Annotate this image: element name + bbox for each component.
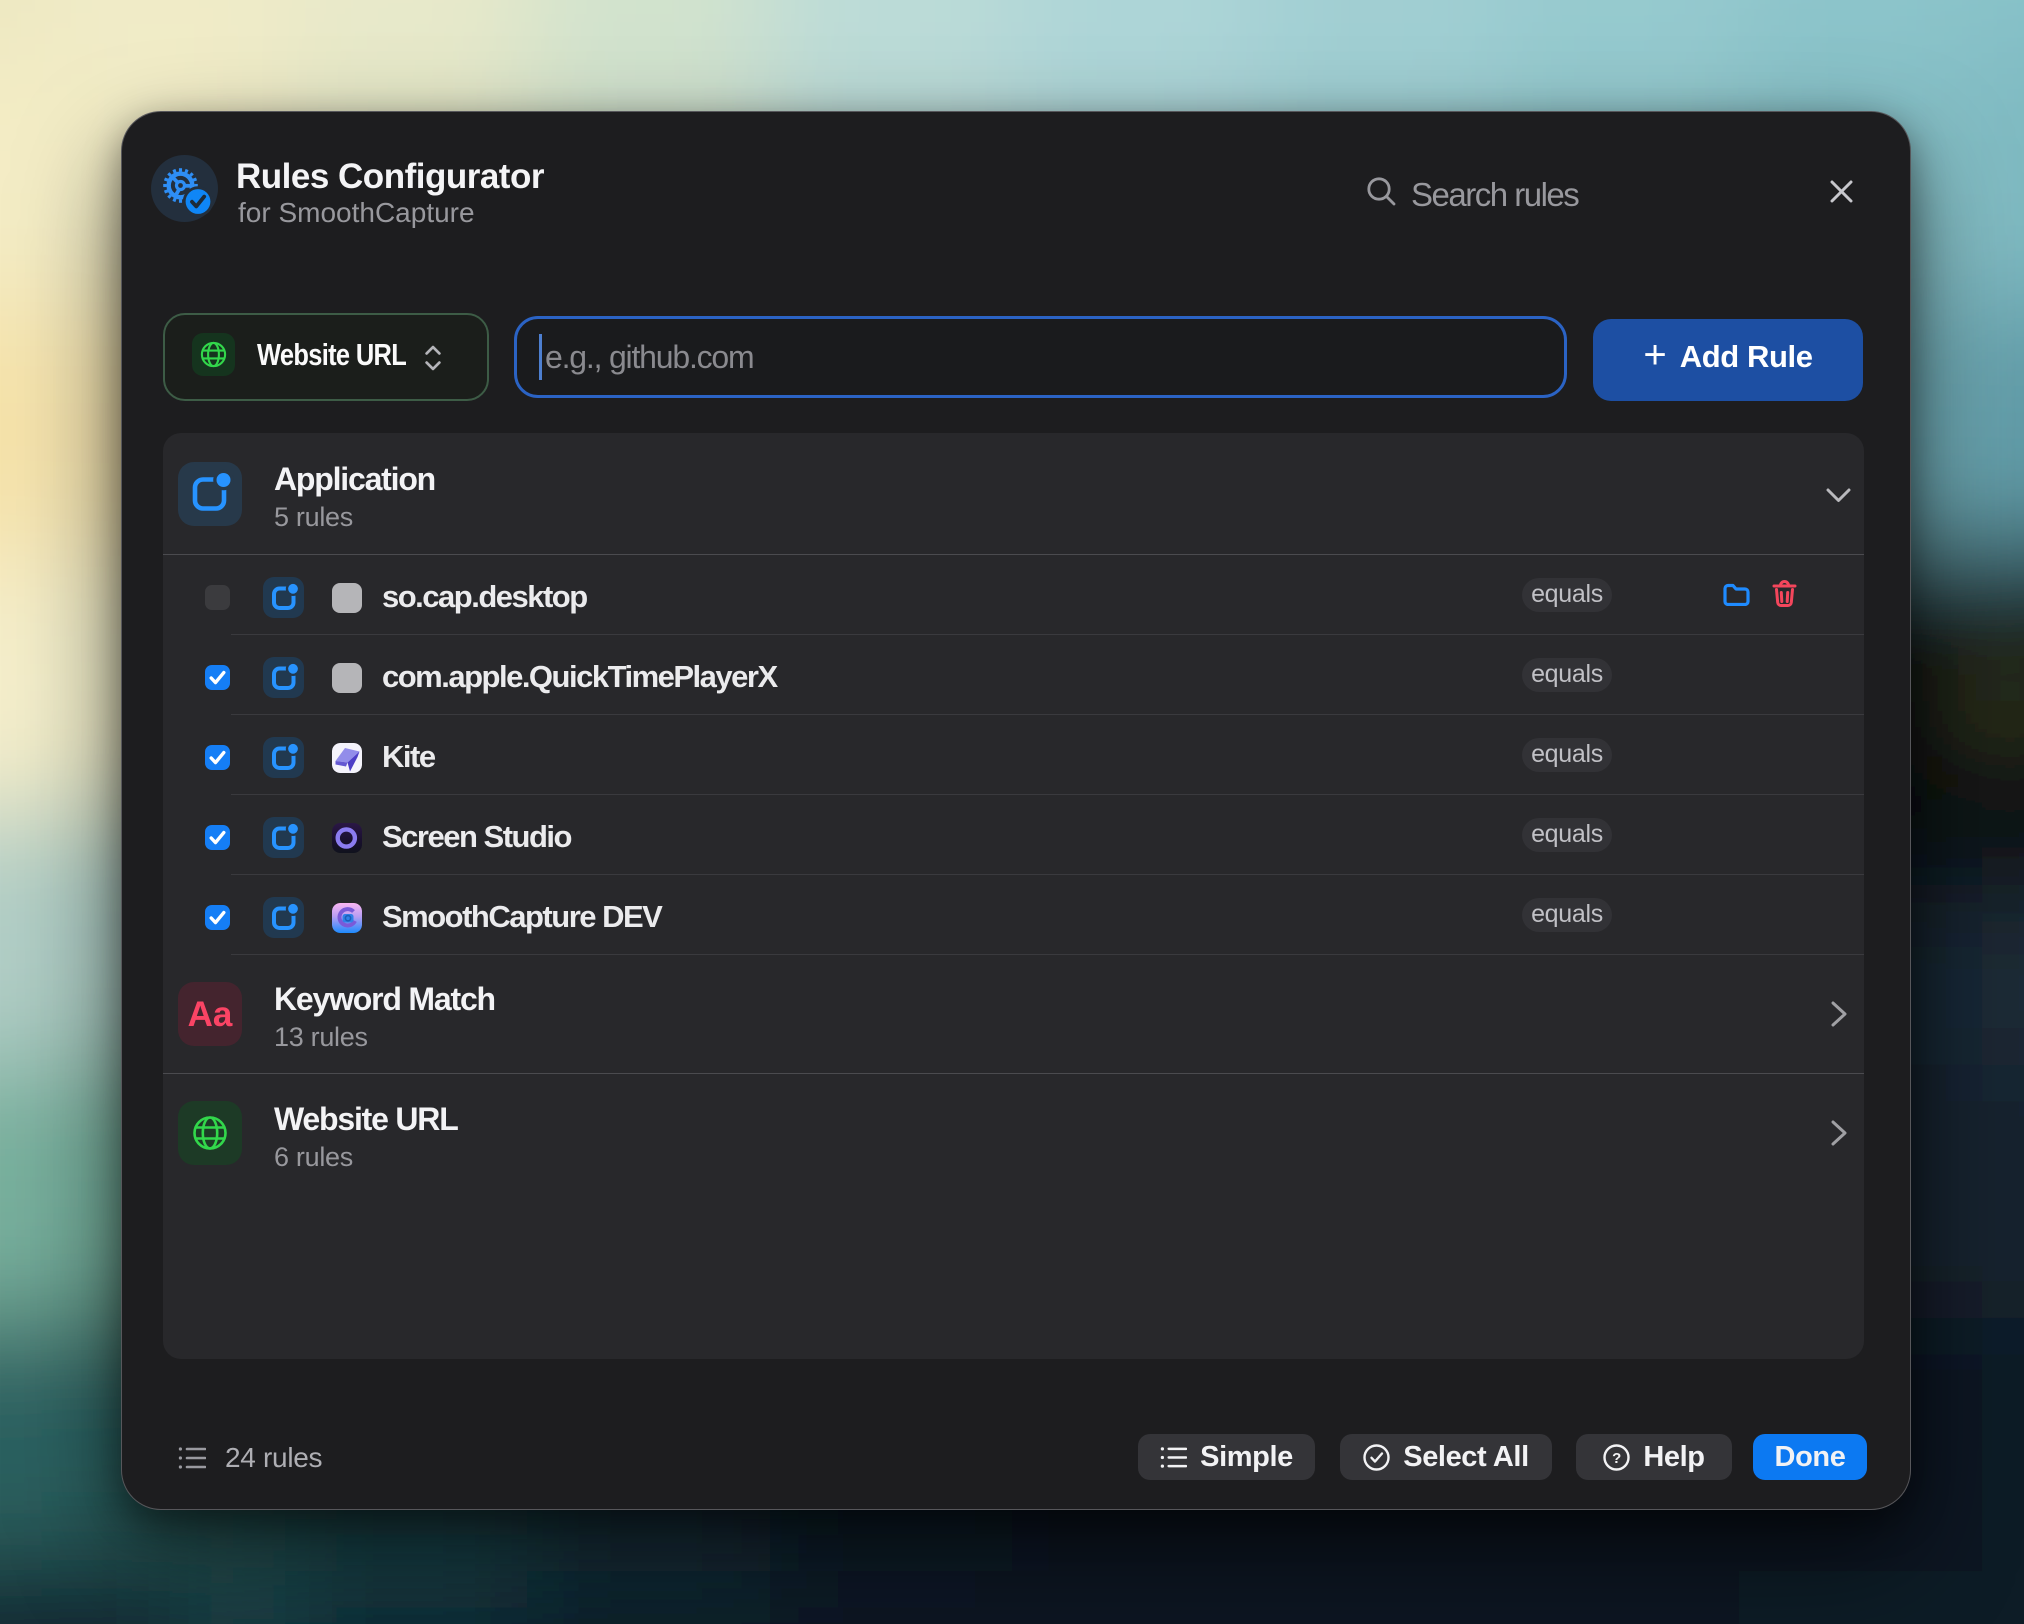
svg-text:Aa: Aa [188,995,233,1034]
svg-text:?: ? [1612,1450,1621,1467]
